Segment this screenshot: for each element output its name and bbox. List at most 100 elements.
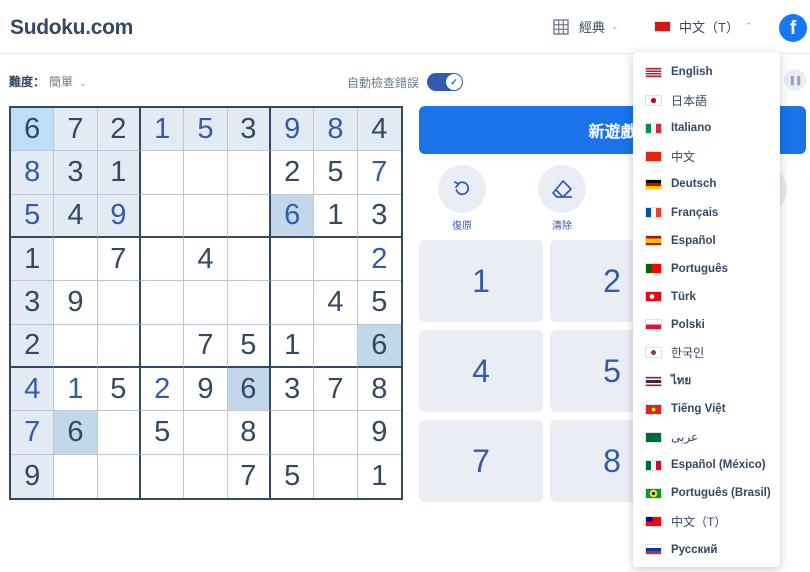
sudoku-cell[interactable] bbox=[314, 237, 358, 282]
language-option[interactable]: Polski bbox=[633, 311, 780, 339]
sudoku-cell[interactable]: 1 bbox=[11, 237, 55, 282]
sudoku-cell[interactable]: 7 bbox=[357, 151, 401, 195]
undo-button[interactable]: 復原 bbox=[432, 165, 492, 232]
sudoku-cell[interactable] bbox=[97, 454, 141, 498]
sudoku-cell[interactable]: 2 bbox=[270, 151, 315, 195]
sudoku-cell[interactable]: 2 bbox=[140, 367, 185, 412]
language-option[interactable]: Deutsch bbox=[633, 170, 780, 198]
sudoku-cell[interactable]: 4 bbox=[54, 194, 98, 238]
sudoku-cell[interactable]: 5 bbox=[11, 194, 55, 238]
sudoku-cell[interactable]: 6 bbox=[270, 194, 315, 238]
sudoku-cell[interactable]: 5 bbox=[270, 454, 315, 498]
facebook-icon[interactable]: f bbox=[779, 14, 807, 42]
sudoku-cell[interactable]: 9 bbox=[11, 454, 55, 498]
sudoku-cell[interactable] bbox=[314, 454, 358, 498]
sudoku-cell[interactable]: 5 bbox=[97, 367, 141, 412]
number-button-1[interactable]: 1 bbox=[419, 240, 543, 322]
sudoku-cell[interactable] bbox=[227, 281, 271, 325]
sudoku-cell[interactable]: 5 bbox=[184, 108, 228, 152]
sudoku-cell[interactable]: 7 bbox=[227, 454, 271, 498]
sudoku-cell[interactable] bbox=[97, 324, 141, 368]
sudoku-cell[interactable]: 2 bbox=[357, 237, 401, 282]
sudoku-cell[interactable]: 9 bbox=[184, 367, 228, 412]
sudoku-cell[interactable]: 7 bbox=[54, 108, 98, 152]
sudoku-cell[interactable]: 4 bbox=[314, 281, 358, 325]
sudoku-cell[interactable] bbox=[54, 237, 98, 282]
number-button-4[interactable]: 4 bbox=[419, 330, 543, 412]
sudoku-cell[interactable]: 6 bbox=[11, 108, 55, 152]
sudoku-cell[interactable]: 8 bbox=[227, 411, 271, 455]
language-option[interactable]: 中文（T） bbox=[633, 508, 780, 536]
language-option[interactable]: Tiếng Việt bbox=[633, 395, 780, 423]
sudoku-cell[interactable]: 2 bbox=[11, 324, 55, 368]
sudoku-cell[interactable]: 9 bbox=[357, 411, 401, 455]
language-option[interactable]: Português bbox=[633, 255, 780, 283]
sudoku-cell[interactable]: 3 bbox=[227, 108, 271, 152]
sudoku-cell[interactable] bbox=[314, 324, 358, 368]
sudoku-cell[interactable] bbox=[54, 324, 98, 368]
sudoku-cell[interactable] bbox=[314, 411, 358, 455]
sudoku-cell[interactable]: 5 bbox=[227, 324, 271, 368]
sudoku-cell[interactable]: 3 bbox=[270, 367, 315, 412]
sudoku-cell[interactable]: 3 bbox=[54, 151, 98, 195]
sudoku-cell[interactable]: 5 bbox=[314, 151, 358, 195]
sudoku-cell[interactable] bbox=[140, 281, 185, 325]
sudoku-cell[interactable] bbox=[184, 151, 228, 195]
language-option[interactable]: Italiano bbox=[633, 114, 780, 142]
language-option[interactable]: Français bbox=[633, 198, 780, 226]
language-option[interactable]: Türk bbox=[633, 283, 780, 311]
sudoku-cell[interactable]: 7 bbox=[11, 411, 55, 455]
pause-icon[interactable]: ❚❚ bbox=[784, 69, 806, 91]
sudoku-cell[interactable]: 9 bbox=[270, 108, 315, 152]
sudoku-cell[interactable] bbox=[140, 194, 185, 238]
sudoku-cell[interactable] bbox=[184, 194, 228, 238]
sudoku-cell[interactable]: 4 bbox=[357, 108, 401, 152]
number-button-7[interactable]: 7 bbox=[419, 420, 543, 502]
sudoku-cell[interactable]: 6 bbox=[357, 324, 401, 368]
sudoku-cell[interactable] bbox=[184, 411, 228, 455]
language-option[interactable]: 日本語 bbox=[633, 86, 780, 114]
sudoku-cell[interactable] bbox=[140, 324, 185, 368]
language-option[interactable]: English bbox=[633, 58, 780, 86]
sudoku-cell[interactable]: 3 bbox=[11, 281, 55, 325]
sudoku-cell[interactable] bbox=[140, 151, 185, 195]
sudoku-cell[interactable] bbox=[140, 237, 185, 282]
language-option[interactable]: Português (Brasil) bbox=[633, 479, 780, 507]
sudoku-cell[interactable]: 4 bbox=[184, 237, 228, 282]
sudoku-cell[interactable] bbox=[227, 151, 271, 195]
sudoku-cell[interactable] bbox=[54, 454, 98, 498]
sudoku-cell[interactable]: 1 bbox=[97, 151, 141, 195]
language-option[interactable]: 中文 bbox=[633, 142, 780, 170]
sudoku-cell[interactable] bbox=[184, 454, 228, 498]
sudoku-cell[interactable]: 1 bbox=[314, 194, 358, 238]
language-option[interactable]: 한국인 bbox=[633, 339, 780, 367]
sudoku-cell[interactable]: 8 bbox=[357, 367, 401, 412]
sudoku-cell[interactable] bbox=[97, 281, 141, 325]
sudoku-cell[interactable]: 6 bbox=[54, 411, 98, 455]
sudoku-cell[interactable]: 5 bbox=[140, 411, 185, 455]
difficulty-selector[interactable]: 難度： 簡單 ⌄ bbox=[9, 73, 87, 90]
language-option[interactable]: ไทย bbox=[633, 367, 780, 395]
sudoku-cell[interactable]: 5 bbox=[357, 281, 401, 325]
sudoku-cell[interactable]: 1 bbox=[54, 367, 98, 412]
sudoku-cell[interactable] bbox=[270, 281, 315, 325]
sudoku-cell[interactable] bbox=[97, 411, 141, 455]
sudoku-cell[interactable]: 8 bbox=[314, 108, 358, 152]
sudoku-cell[interactable] bbox=[270, 237, 315, 282]
erase-button[interactable]: 清除 bbox=[532, 165, 592, 232]
site-logo[interactable]: Sudoku.com bbox=[10, 16, 133, 40]
sudoku-cell[interactable] bbox=[227, 194, 271, 238]
sudoku-cell[interactable] bbox=[140, 454, 185, 498]
sudoku-cell[interactable] bbox=[227, 237, 271, 282]
sudoku-cell[interactable]: 7 bbox=[314, 367, 358, 412]
sudoku-cell[interactable]: 3 bbox=[357, 194, 401, 238]
sudoku-cell[interactable]: 9 bbox=[97, 194, 141, 238]
sudoku-cell[interactable]: 6 bbox=[227, 367, 271, 412]
language-option[interactable]: عربى bbox=[633, 423, 780, 451]
language-option[interactable]: Español (México) bbox=[633, 451, 780, 479]
sudoku-cell[interactable]: 2 bbox=[97, 108, 141, 152]
sudoku-cell[interactable]: 9 bbox=[54, 281, 98, 325]
sudoku-cell[interactable]: 1 bbox=[270, 324, 315, 368]
sudoku-cell[interactable]: 1 bbox=[357, 454, 401, 498]
language-option[interactable]: Русский bbox=[633, 536, 780, 564]
